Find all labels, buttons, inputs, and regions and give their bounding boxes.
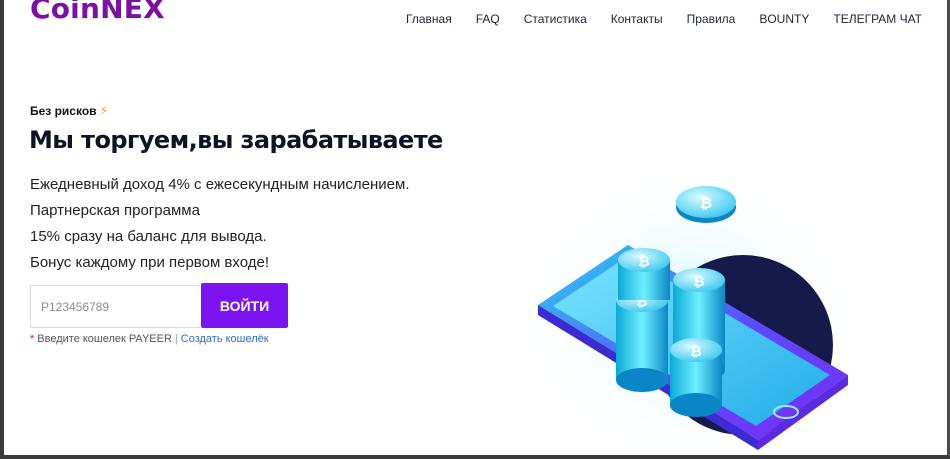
bitcoin-icon: ₿: [700, 194, 712, 212]
nav-item-bounty[interactable]: BOUNTY: [759, 12, 809, 26]
main-nav: Главная FAQ Статистика Контакты Правила …: [382, 12, 922, 26]
nav-item-home[interactable]: Главная: [406, 12, 452, 26]
site-logo[interactable]: CoinNEX: [30, 0, 165, 25]
hero-headline: Мы торгуем,вы зарабатываете: [29, 126, 443, 154]
hint-text: Введите кошелек PAYEER: [37, 333, 172, 345]
bitcoin-icon: ₿: [690, 344, 701, 360]
hint-separator: |: [174, 333, 178, 345]
window-frame-left: [0, 0, 4, 459]
nav-item-telegram-chat[interactable]: ТЕЛЕГРАМ ЧАТ: [833, 12, 922, 26]
nav-item-contacts[interactable]: Контакты: [611, 12, 663, 26]
feature-line: Ежедневный доход 4% с ежесекундным начис…: [30, 176, 410, 193]
login-button[interactable]: ВОЙТИ: [201, 283, 288, 328]
hero-eyebrow: Без рисков ⚡: [30, 103, 109, 119]
feature-line: Бонус каждому при первом входе!: [30, 254, 269, 271]
bitcoin-icon: ₿: [638, 254, 649, 270]
wallet-hint: * Введите кошелек PAYEER | Создать кошелёк: [30, 333, 269, 345]
nav-item-statistics[interactable]: Статистика: [524, 12, 587, 26]
lightning-icon: ⚡: [99, 103, 109, 118]
feature-line: 15% сразу на баланс для вывода.: [30, 228, 267, 245]
nav-item-rules[interactable]: Правила: [687, 12, 736, 26]
eyebrow-text: Без рисков: [30, 104, 97, 118]
bitcoin-icon: ₿: [693, 274, 704, 290]
create-wallet-link[interactable]: Создать кошелёк: [181, 333, 269, 345]
phone-coins-illustration: ₿ ₿ ₿ ₿ ₿: [518, 150, 858, 455]
feature-line: Партнерская программа: [30, 202, 200, 219]
required-asterisk: *: [30, 333, 35, 345]
wallet-input[interactable]: [30, 285, 200, 328]
nav-item-faq[interactable]: FAQ: [476, 12, 500, 26]
window-frame-bottom: [0, 455, 950, 459]
